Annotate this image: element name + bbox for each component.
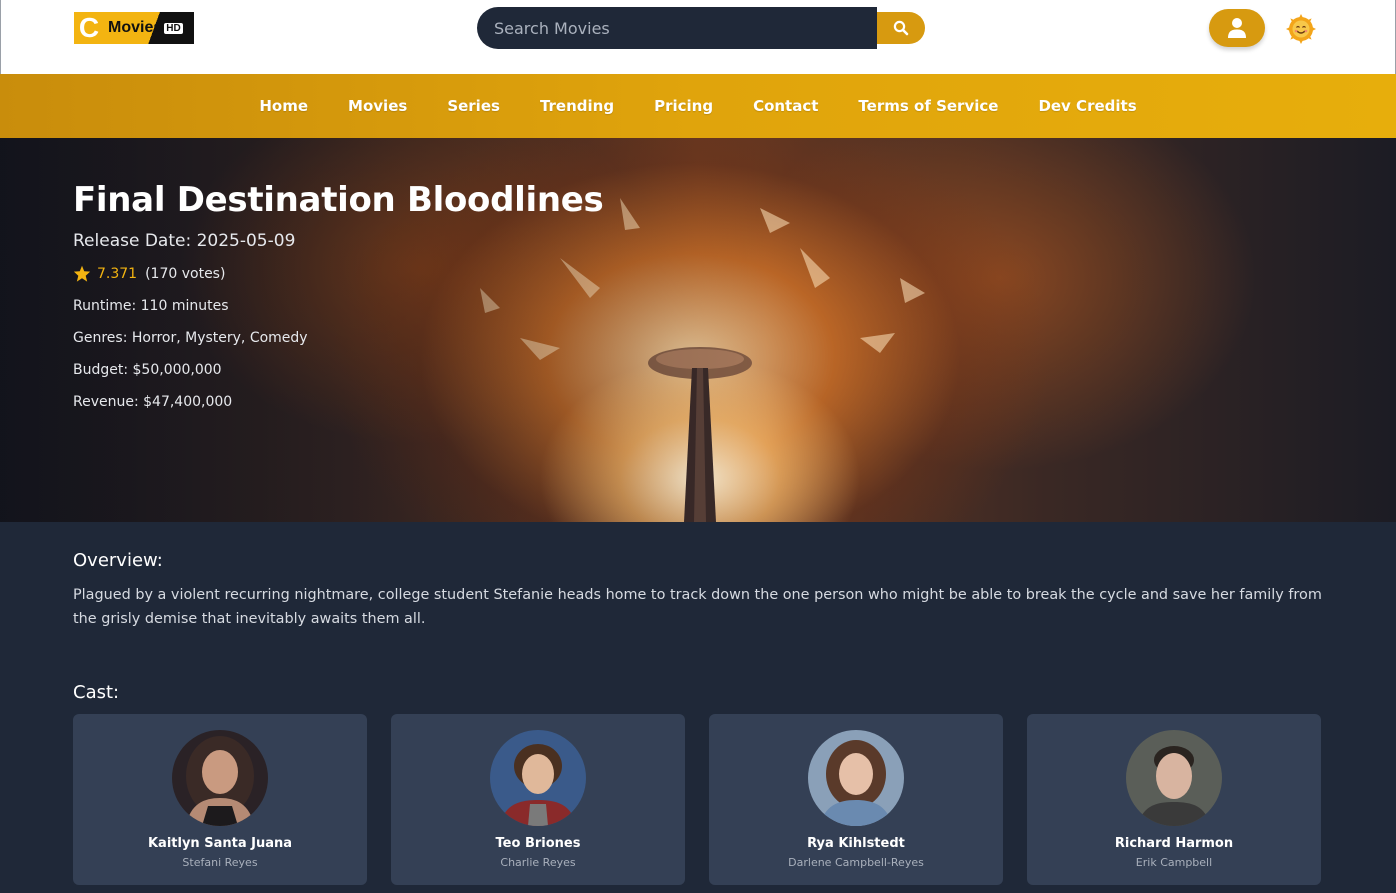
nav-trending[interactable]: Trending <box>520 89 634 123</box>
cast-card[interactable]: Rya Kihlstedt Darlene Campbell-Reyes <box>709 714 1003 885</box>
cast-photo <box>490 730 586 826</box>
search-bar <box>477 7 925 49</box>
cast-card[interactable]: Teo Briones Charlie Reyes <box>391 714 685 885</box>
cast-name: Rya Kihlstedt <box>807 836 905 851</box>
budget: Budget: $50,000,000 <box>73 362 222 378</box>
sun-face-icon <box>1286 14 1316 44</box>
revenue: Revenue: $47,400,000 <box>73 394 233 410</box>
genres: Genres: Horror, Mystery, Comedy <box>73 330 308 346</box>
search-input[interactable] <box>477 7 877 49</box>
nav-terms-of-service[interactable]: Terms of Service <box>838 89 1018 123</box>
theme-toggle-button[interactable] <box>1285 13 1317 45</box>
nav-pricing[interactable]: Pricing <box>634 89 733 123</box>
main-nav: Home Movies Series Trending Pricing Cont… <box>0 74 1396 138</box>
cast-photo <box>1126 730 1222 826</box>
runtime: Runtime: 110 minutes <box>73 298 229 314</box>
rating-value: 7.371 <box>97 265 138 282</box>
movie-title: Final Destination Bloodlines <box>73 180 604 220</box>
logo-hd-badge: HD <box>164 22 183 34</box>
movie-hero-backdrop: Final Destination Bloodlines Release Dat… <box>0 138 1396 522</box>
site-logo[interactable]: C Movies HD <box>74 12 194 44</box>
logo-name: Movies <box>108 19 163 36</box>
cast-name: Teo Briones <box>495 836 581 851</box>
nav-series[interactable]: Series <box>427 89 520 123</box>
nav-contact[interactable]: Contact <box>733 89 838 123</box>
vote-count: (170 votes) <box>145 265 226 282</box>
nav-movies[interactable]: Movies <box>328 89 427 123</box>
search-icon <box>893 20 909 36</box>
star-icon <box>73 265 91 282</box>
rating-row: 7.371 (170 votes) <box>73 265 225 282</box>
search-button[interactable] <box>877 12 925 44</box>
cast-card[interactable]: Richard Harmon Erik Campbell <box>1027 714 1321 885</box>
cast-photo <box>808 730 904 826</box>
cast-character: Darlene Campbell-Reyes <box>788 856 924 869</box>
release-date: Release Date: 2025-05-09 <box>73 231 296 251</box>
logo-wordmark: Movies HD <box>104 12 194 44</box>
overview-text: Plagued by a violent recurring nightmare… <box>73 587 1322 627</box>
cast-heading: Cast: <box>73 682 120 703</box>
cast-character: Charlie Reyes <box>500 856 576 869</box>
top-header: C Movies HD <box>0 0 1396 74</box>
cast-photo <box>172 730 268 826</box>
cast-card[interactable]: Kaitlyn Santa Juana Stefani Reyes <box>73 714 367 885</box>
cast-character: Erik Campbell <box>1135 856 1213 869</box>
nav-dev-credits[interactable]: Dev Credits <box>1018 89 1156 123</box>
cast-name: Richard Harmon <box>1114 836 1234 851</box>
user-icon <box>1228 18 1246 38</box>
cast-character: Stefani Reyes <box>182 856 258 869</box>
user-account-button[interactable] <box>1209 9 1265 47</box>
nav-home[interactable]: Home <box>239 89 328 123</box>
overview-heading: Overview: <box>73 550 163 571</box>
cast-name: Kaitlyn Santa Juana <box>147 836 293 851</box>
logo-letter: C <box>74 12 104 44</box>
